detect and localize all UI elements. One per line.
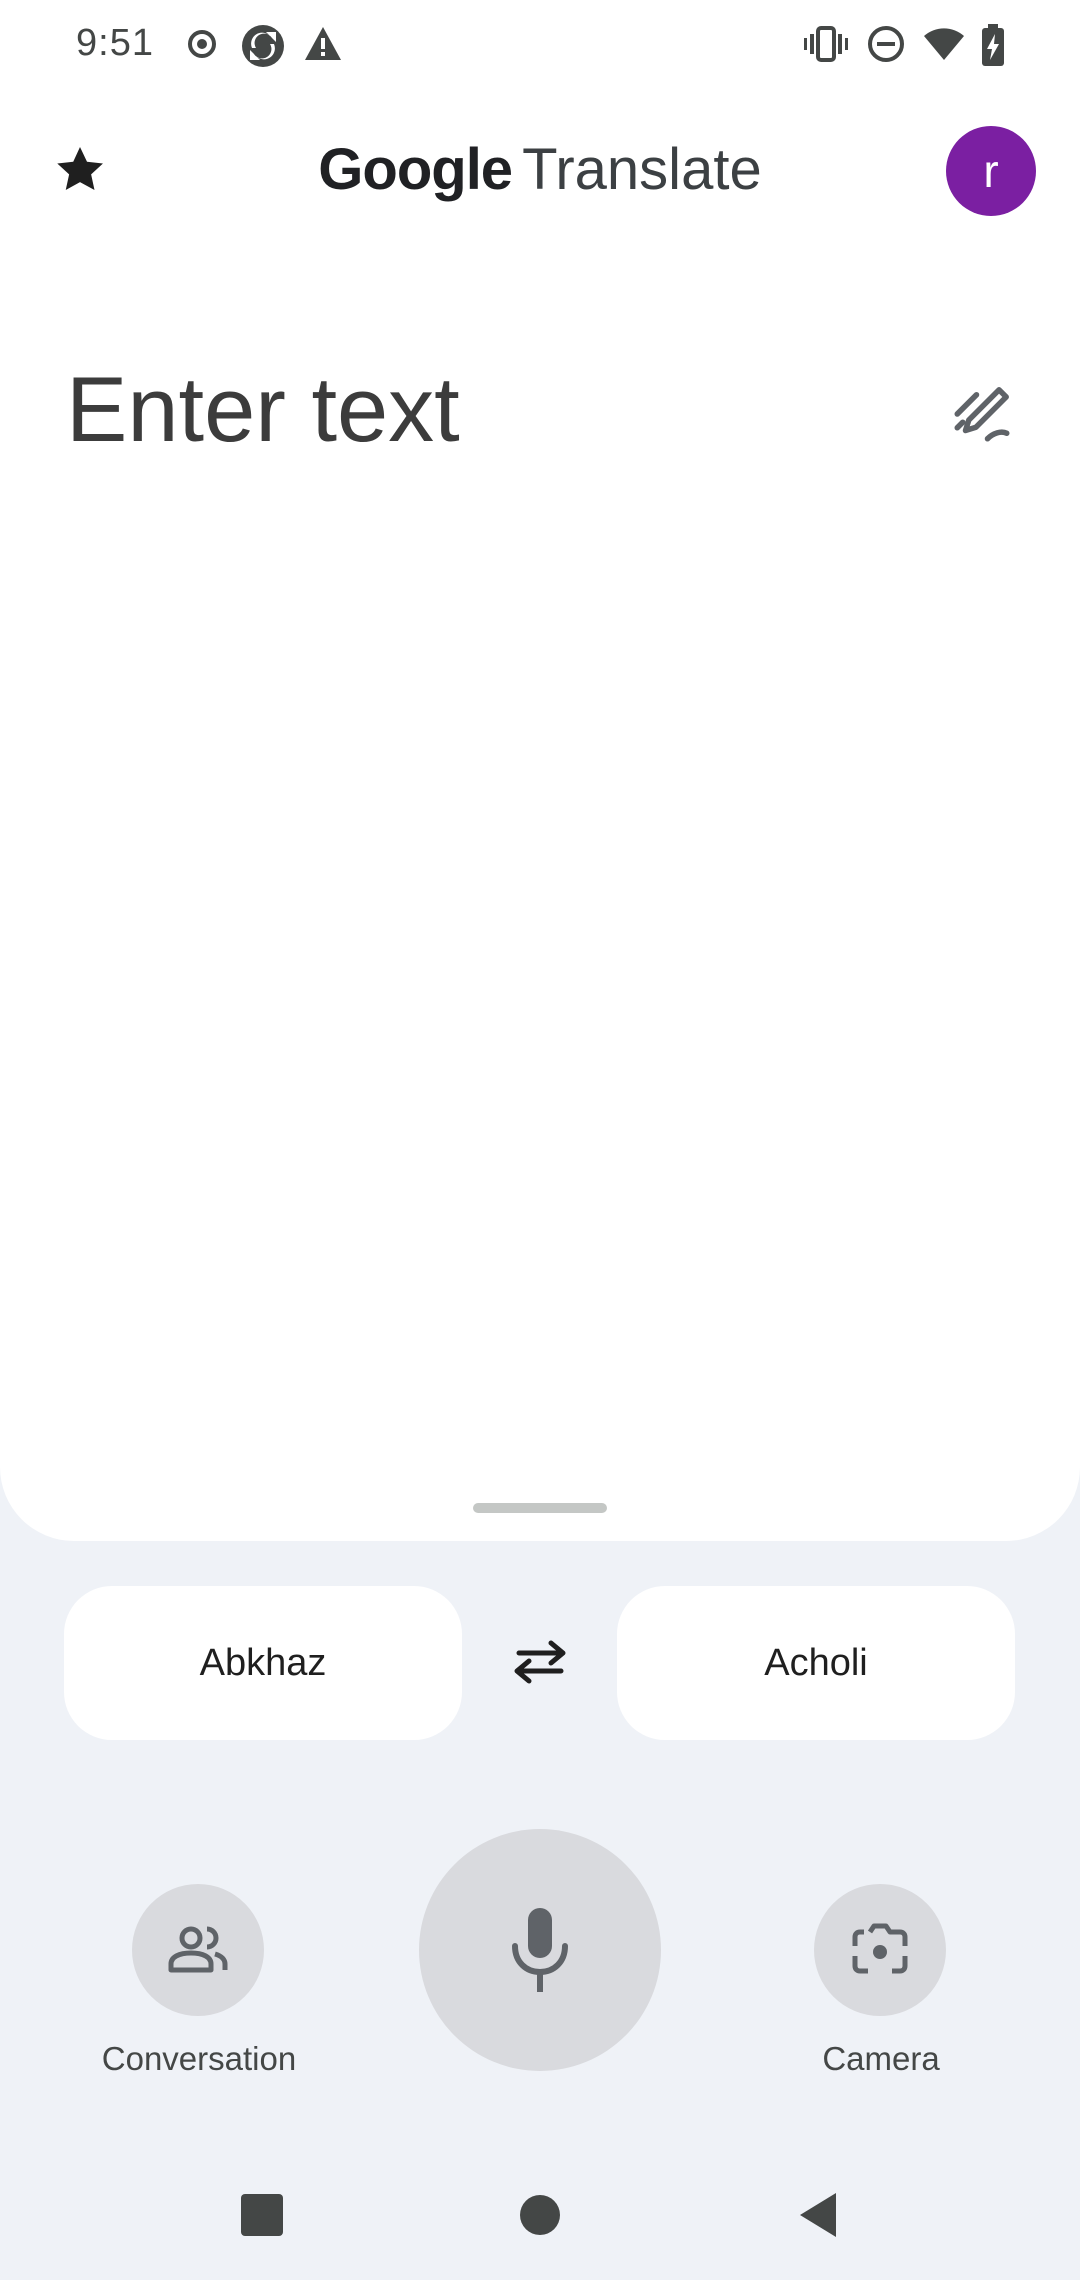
handwriting-pen-icon: [954, 387, 1010, 442]
input-placeholder[interactable]: Enter text: [66, 350, 926, 470]
wifi-icon: [922, 24, 966, 69]
back-icon: [800, 2193, 836, 2237]
lens-camera-icon: [852, 1923, 908, 1974]
target-language-button[interactable]: Acholi: [617, 1586, 1015, 1740]
swap-languages-button[interactable]: [500, 1622, 580, 1702]
home-icon: [520, 2195, 560, 2235]
warning-icon: [303, 24, 343, 69]
account-avatar[interactable]: r: [946, 126, 1036, 216]
logo-translate: Translate: [522, 137, 762, 202]
app-bar: Google Translate r: [0, 120, 1080, 220]
camera-button[interactable]: [814, 1884, 946, 2016]
app-logo: Google Translate: [0, 136, 1080, 203]
sheet-drag-handle[interactable]: [473, 1503, 607, 1513]
record-icon: [186, 24, 218, 69]
sync-icon: [240, 24, 286, 73]
microphone-icon: [512, 1908, 568, 1992]
text-input-area[interactable]: Enter text: [66, 350, 926, 480]
source-language-button[interactable]: Abkhaz: [64, 1586, 462, 1740]
input-sheet: [0, 0, 1080, 1541]
logo-google: Google: [318, 137, 513, 202]
camera-label: Camera: [822, 2040, 940, 2077]
recents-icon: [241, 2194, 283, 2236]
do-not-disturb-icon: [866, 24, 906, 69]
status-bar: 9:51: [0, 0, 1080, 90]
swap-arrows-icon: [514, 1640, 566, 1684]
status-time: 9:51: [76, 22, 154, 64]
battery-charging-icon: [980, 24, 1006, 73]
nav-back-button[interactable]: [778, 2180, 858, 2250]
nav-recents-button[interactable]: [222, 2180, 302, 2250]
conversation-label: Conversation: [101, 2040, 297, 2077]
handwriting-button[interactable]: [940, 372, 1024, 456]
voice-input-button[interactable]: [419, 1829, 661, 2071]
conversation-button[interactable]: [132, 1884, 264, 2016]
people-icon: [168, 1926, 228, 1973]
vibrate-icon: [804, 24, 848, 69]
nav-home-button[interactable]: [500, 2180, 580, 2250]
